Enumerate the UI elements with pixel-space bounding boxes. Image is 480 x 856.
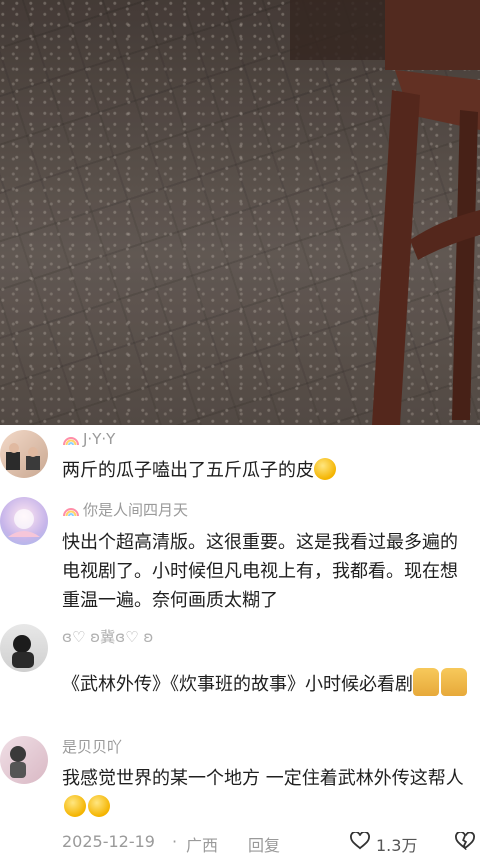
- cat-emoji-icon: [441, 668, 467, 696]
- comment-username[interactable]: ɞ♡ ʚ冀ɞ♡ ʚ: [62, 626, 153, 647]
- comment-username[interactable]: J·Y·Y: [62, 430, 115, 448]
- comment-location: 广西: [186, 836, 219, 855]
- comment-text: 《武林外传》《炊事班的故事》小时候必看剧: [62, 668, 472, 699]
- comment-text: 两斤的瓜子嗑出了五斤瓜子的皮: [62, 456, 472, 485]
- avatar[interactable]: [0, 497, 48, 545]
- broken-heart-icon: [455, 831, 475, 851]
- comment-username[interactable]: 是贝贝吖: [62, 736, 122, 757]
- avatar[interactable]: [0, 736, 48, 784]
- crying-emoji-icon: [88, 795, 110, 817]
- rainbow-icon: [63, 437, 79, 446]
- avatar[interactable]: [0, 430, 48, 478]
- comment-username[interactable]: 你是人间四月天: [62, 499, 188, 520]
- comment-text: 快出个超高清版。这很重要。这是我看过最多遍的电视剧了。小时候但凡电视上有，我都看…: [62, 532, 458, 611]
- comment-item: 你是人间四月天 快出个超高清版。这很重要。这是我看过最多遍的电视剧了。小时候但凡…: [0, 497, 480, 617]
- comment-item: ɞ♡ ʚ冀ɞ♡ ʚ 《武林外传》《炊事班的故事》小时候必看剧: [0, 624, 480, 734]
- crying-emoji-icon: [64, 795, 86, 817]
- separator-dot: ·: [172, 832, 178, 851]
- like-count: 1.3万: [376, 836, 418, 855]
- rainbow-icon: [63, 507, 79, 516]
- reply-button[interactable]: 回复: [248, 832, 280, 856]
- smirk-emoji-icon: [314, 458, 336, 480]
- like-button[interactable]: [349, 831, 371, 851]
- avatar[interactable]: [0, 624, 48, 672]
- comment-item: J·Y·Y 两斤的瓜子嗑出了五斤瓜子的皮: [0, 430, 480, 490]
- comment-footer: 2025-12-19 · 广西 回复 1.3万: [62, 829, 480, 856]
- video-frame-image: [0, 0, 480, 425]
- comment-text: 我感觉世界的某一个地方 一定住着武林外传这帮人: [62, 764, 472, 822]
- heart-icon: [350, 831, 370, 850]
- comment-date: 2025-12-19: [62, 832, 155, 851]
- dislike-button[interactable]: [454, 831, 476, 851]
- cat-emoji-icon: [413, 668, 439, 696]
